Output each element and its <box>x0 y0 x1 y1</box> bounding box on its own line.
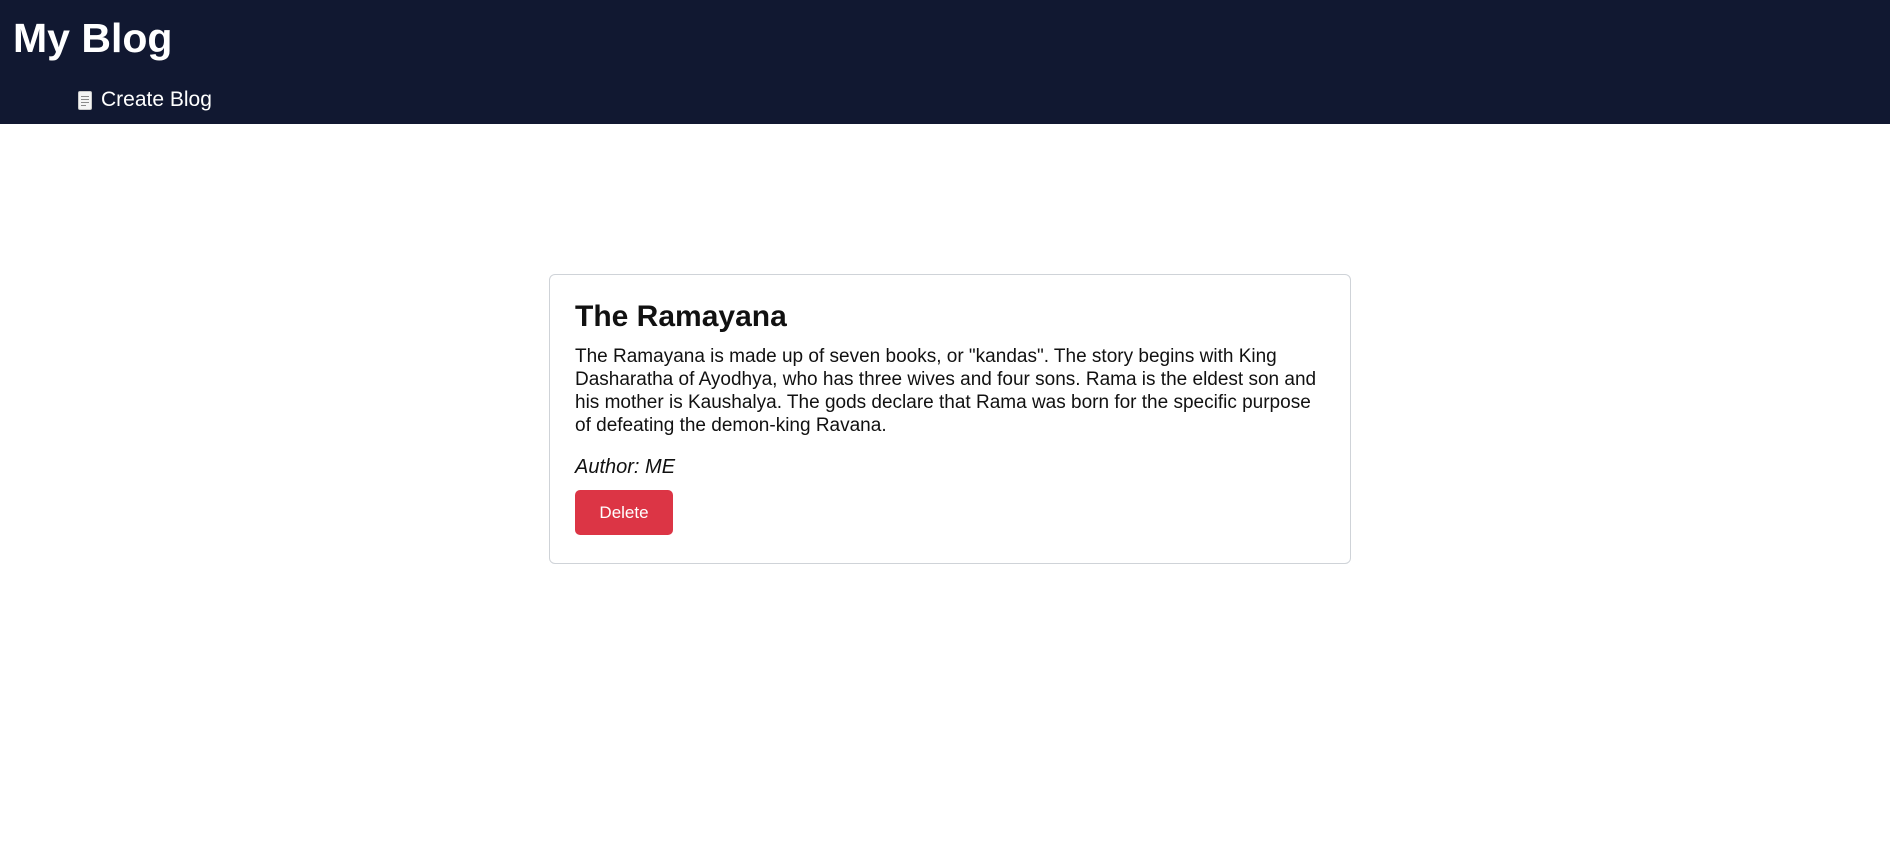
site-header: My Blog Create Blog <box>0 0 1890 124</box>
blog-post-card: The Ramayana The Ramayana is made up of … <box>549 274 1351 564</box>
create-blog-link[interactable]: Create Blog <box>78 86 212 114</box>
post-author: Author: ME <box>575 456 676 478</box>
delete-button[interactable]: Delete <box>575 490 673 535</box>
page-icon <box>78 90 92 110</box>
create-blog-label: Create Blog <box>101 88 212 111</box>
site-title: My Blog <box>13 15 173 61</box>
post-body: The Ramayana is made up of seven books, … <box>575 346 1317 436</box>
post-title: The Ramayana <box>575 300 787 333</box>
